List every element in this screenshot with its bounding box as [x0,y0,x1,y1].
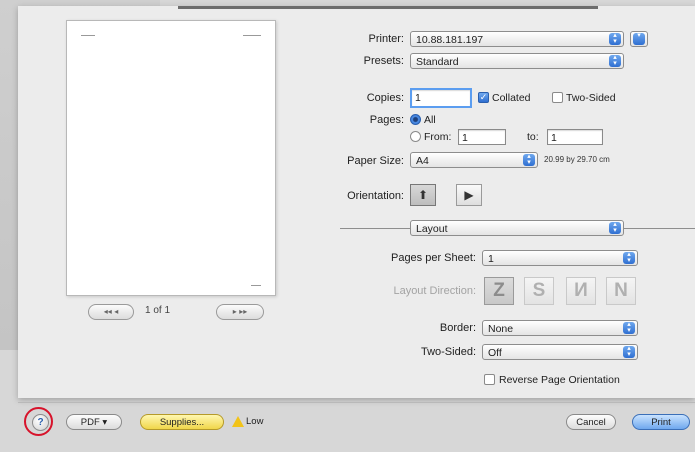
preview-next-button[interactable]: ▸ ▸▸ [216,304,264,320]
printer-label: Printer: [368,33,404,45]
popup-arrows-icon: ▴ ▾ [609,54,621,67]
crop-mark [81,35,95,36]
popup-arrows-icon: ▴ ▾ [523,153,535,166]
section-popup[interactable]: Layout ▴ ▾ [410,220,624,236]
pages-per-sheet-popup[interactable]: 1 ▴ ▾ [482,250,638,266]
layout-direction-s-button[interactable]: S [524,277,554,305]
pages-per-sheet-label: Pages per Sheet: [390,252,476,264]
pages-all-radio[interactable] [410,114,421,125]
supplies-button[interactable]: Supplies... [140,414,224,430]
landscape-orientation-button[interactable]: ▶ [456,184,482,206]
pages-all-label: All [424,114,436,126]
popup-arrows-icon: ▴ ▾ [609,32,621,45]
pages-label: Pages: [369,114,404,126]
border-value: None [488,323,514,335]
landscape-icon: ▶ [464,188,474,202]
copies-field[interactable]: 1 [410,88,472,108]
pages-per-sheet-value: 1 [488,253,494,265]
presets-value: Standard [416,56,459,68]
presets-label: Presets: [363,55,404,67]
portrait-orientation-button[interactable]: ⬆ [410,184,436,206]
disclosure-triangle-icon: ▾ [633,32,645,45]
help-button[interactable]: ? [32,414,49,431]
pdf-button[interactable]: PDF ▾ [66,414,122,430]
two-sided-checkbox[interactable] [552,92,563,103]
paper-size-popup[interactable]: A4 ▴ ▾ [410,152,538,168]
collated-checkbox[interactable]: ✓ [478,92,489,103]
paper-dimensions: 20.99 by 29.70 cm [544,155,610,164]
supply-low-text: Low [246,416,264,427]
page-indicator: 1 of 1 [145,305,171,316]
reverse-orientation-checkbox[interactable] [484,374,495,385]
preview-navigation: ◂◂ ◂ 1 of 1 ▸ ▸▸ [88,304,278,322]
print-preview [66,20,276,296]
print-button[interactable]: Print [632,414,690,430]
printer-value: 10.88.181.197 [416,34,484,46]
popup-arrows-icon: ▴ ▾ [623,345,635,358]
layout-two-sided-label: Two-Sided: [420,346,476,358]
border-popup[interactable]: None ▴ ▾ [482,320,638,336]
paper-size-label: Paper Size: [347,155,404,167]
layout-direction-reverse-n-button[interactable]: И [566,277,596,305]
portrait-icon: ⬆ [417,188,429,202]
orientation-label: Orientation: [347,190,404,202]
section-value: Layout [416,223,448,235]
layout-direction-label: Layout Direction: [393,285,476,297]
layout-two-sided-value: Off [488,347,502,359]
border-label: Border: [439,322,476,334]
disclosure-button[interactable]: ▾ [630,31,648,47]
crop-mark [243,35,261,36]
crop-mark [251,285,261,286]
copies-label: Copies: [366,92,404,104]
pages-from-field[interactable]: 1 [458,129,506,145]
popup-arrows-icon: ▴ ▾ [623,321,635,334]
layout-direction-z-button[interactable]: Z [484,277,514,305]
pages-to-label: to: [527,131,539,143]
presets-popup[interactable]: Standard ▴ ▾ [410,53,624,69]
sheet-top-edge [178,6,598,9]
bottom-divider [18,402,695,403]
layout-direction-n-button[interactable]: N [606,277,636,305]
printer-popup[interactable]: 10.88.181.197 ▴ ▾ [410,31,624,47]
cancel-button[interactable]: Cancel [566,414,616,430]
layout-two-sided-popup[interactable]: Off ▴ ▾ [482,344,638,360]
pages-from-radio[interactable] [410,131,421,142]
pages-to-field[interactable]: 1 [547,129,603,145]
collated-label: Collated [492,92,531,104]
preview-prev-button[interactable]: ◂◂ ◂ [88,304,134,320]
popup-arrows-icon: ▴ ▾ [609,221,621,234]
warning-icon [232,416,244,427]
reverse-orientation-label: Reverse Page Orientation [499,374,620,386]
popup-arrows-icon: ▴ ▾ [623,251,635,264]
paper-size-value: A4 [416,155,429,167]
two-sided-checkbox-label: Two-Sided [566,92,616,104]
pages-from-label: From: [424,131,452,143]
